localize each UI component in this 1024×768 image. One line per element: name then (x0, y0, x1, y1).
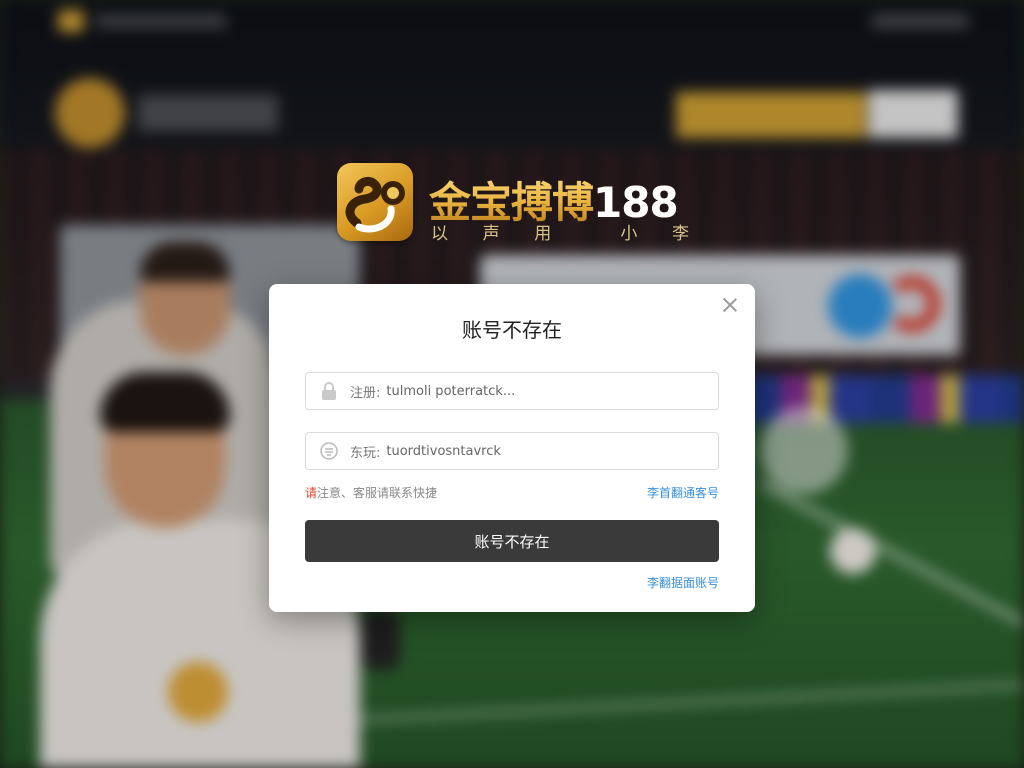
close-icon[interactable] (721, 296, 739, 314)
notice-text: 请注意、客服请联系快捷 (305, 484, 437, 501)
shield-icon (320, 442, 338, 460)
slogan-char: 以 (431, 224, 448, 244)
notice-mark: 请 (305, 486, 318, 500)
password-input[interactable] (386, 443, 687, 459)
username-label: 注册: (350, 385, 381, 401)
slogan-char: 小 (620, 224, 638, 244)
account-link[interactable]: 李翻据面账号 (647, 574, 719, 591)
password-field[interactable]: 东玩: (305, 432, 719, 470)
username-input[interactable] (386, 383, 687, 399)
notice-message: 注意、客服请联系快捷 (317, 486, 438, 500)
lock-icon (322, 382, 336, 400)
slogan-char: 李 (671, 224, 689, 244)
dialog-title: 账号不存在 (462, 318, 562, 342)
login-dialog: 账号不存在 注册: 东玩: 请注意、客服请联系快捷 李首翻通客号 账号不存在 李… (269, 284, 755, 612)
slogan-char: 用 (534, 224, 552, 244)
dragon-logo-icon (337, 163, 413, 241)
contact-service-link[interactable]: 李首翻通客号 (647, 484, 719, 501)
password-label: 东玩: (350, 445, 381, 461)
username-field[interactable]: 注册: (305, 372, 719, 410)
brand-slogan: 以 声 用 小 李 (431, 219, 689, 244)
slogan-char: 声 (482, 224, 500, 244)
brand-logo: 金宝搏博188 以 声 用 小 李 (337, 163, 697, 244)
submit-button[interactable]: 账号不存在 (305, 520, 719, 562)
